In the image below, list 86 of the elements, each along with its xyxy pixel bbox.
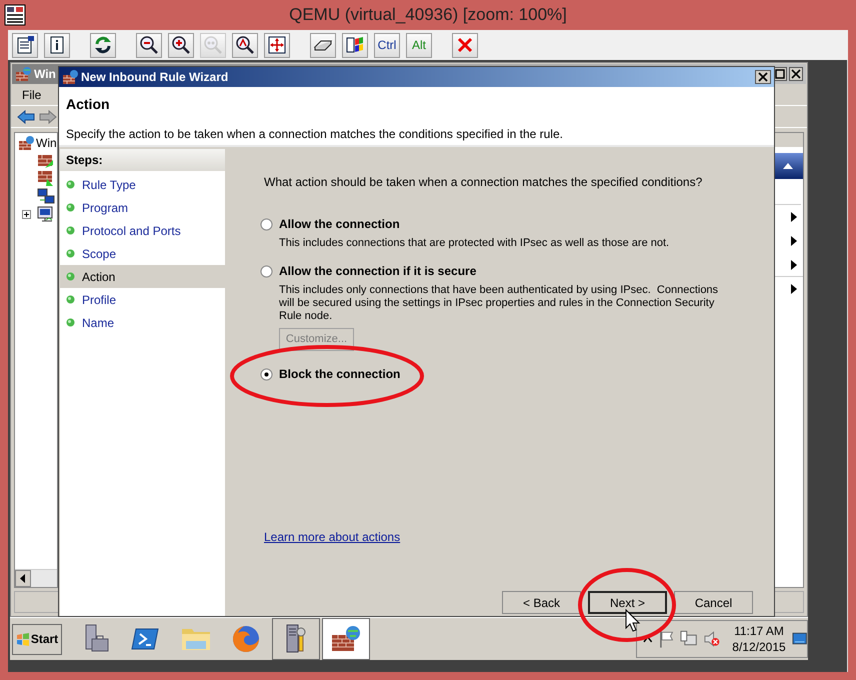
- step-dot-icon: [66, 180, 75, 189]
- dialog-title: New Inbound Rule Wizard: [81, 69, 228, 86]
- zoom-out-button[interactable]: [136, 32, 162, 58]
- taskbar-button[interactable]: [272, 618, 320, 660]
- firewall-icon: [18, 135, 34, 151]
- dialog-button[interactable]: < Back: [502, 591, 581, 614]
- step-dot-icon: [66, 272, 75, 281]
- page-description: Specify the action to be taken when a connection matches the conditions specified in the rule.: [66, 126, 564, 143]
- fullscreen-button[interactable]: [264, 32, 290, 58]
- expand-icon[interactable]: [22, 210, 31, 218]
- step-item[interactable]: Name: [60, 311, 225, 334]
- browser-icon: [230, 623, 262, 655]
- info-button[interactable]: [44, 32, 70, 58]
- refresh-button[interactable]: [90, 32, 116, 58]
- step-item[interactable]: Protocol and Ports: [60, 219, 225, 242]
- submenu-arrow-icon[interactable]: [791, 212, 797, 222]
- key-button[interactable]: Alt: [406, 32, 432, 58]
- step-item[interactable]: Scope: [60, 242, 225, 265]
- windows-logo-icon: [16, 632, 30, 646]
- help-link[interactable]: Learn more about actions: [264, 528, 400, 546]
- radio-button[interactable]: [260, 368, 273, 380]
- page-heading: Action: [66, 95, 111, 114]
- firewall-icon: [15, 66, 31, 82]
- properties-button[interactable]: [12, 32, 38, 58]
- step-dot-icon: [66, 295, 75, 304]
- question-text: What action should be taken when a connection matches the specified conditions?: [264, 174, 704, 191]
- monitor-icon[interactable]: [37, 206, 55, 222]
- start-button[interactable]: Start: [12, 624, 62, 654]
- option-label[interactable]: Allow the connection: [279, 215, 400, 233]
- flag-icon[interactable]: [658, 630, 674, 648]
- windows-key-button[interactable]: [342, 32, 368, 58]
- window-title: QEMU (virtual_40936) [zoom: 100%]: [288, 4, 568, 26]
- option-label[interactable]: Allow the connection if it is secure: [279, 262, 476, 280]
- radio-button[interactable]: [260, 264, 273, 278]
- close-icon: [758, 72, 768, 82]
- step-dot-icon: [66, 249, 75, 258]
- refresh-icon: [93, 35, 113, 55]
- option-description: This includes only connections that have been authenticated by using IPsec. Connections will be secured using the settings in IPsec properties and rules in the Connection Security Rule node.: [279, 284, 719, 323]
- chevron-up-icon[interactable]: [643, 635, 653, 643]
- dialog-button[interactable]: Next >: [588, 591, 667, 614]
- zoom-in-icon: [171, 35, 191, 55]
- firewall-icon: [62, 69, 78, 85]
- submenu-arrow-icon[interactable]: [791, 260, 797, 270]
- close-button[interactable]: [755, 70, 771, 84]
- option-description: This includes connections that are protected with IPsec as well as those are not.: [279, 237, 670, 250]
- step-dot-icon: [66, 318, 75, 327]
- key-button[interactable]: Ctrl: [374, 32, 400, 58]
- zoom-fit-button[interactable]: [232, 32, 258, 58]
- zoom-reset-icon: [203, 35, 223, 55]
- close-icon: [455, 35, 475, 55]
- app-icon: [4, 4, 26, 26]
- option-label[interactable]: Block the connection: [279, 365, 400, 383]
- step-dot-icon: [66, 226, 75, 235]
- network-icon[interactable]: [680, 630, 698, 648]
- tree-item[interactable]: Win: [36, 134, 57, 152]
- step-dot-icon: [66, 203, 75, 212]
- zoom-out-icon: [139, 35, 159, 55]
- dialog-button[interactable]: Cancel: [674, 591, 753, 614]
- menu-item[interactable]: File: [22, 86, 42, 104]
- scroll-left-icon[interactable]: [15, 570, 31, 587]
- steps-title: Steps:: [60, 149, 225, 171]
- forward-arrow-icon[interactable]: [39, 110, 57, 124]
- step-item[interactable]: Profile: [60, 288, 225, 311]
- window-title: Win: [34, 66, 56, 83]
- firewall-arrow-icon[interactable]: [37, 170, 55, 186]
- clock-time[interactable]: 11:17 AM: [734, 623, 784, 639]
- back-arrow-icon[interactable]: [17, 110, 35, 124]
- properties-icon: [15, 35, 35, 55]
- zoom-fit-icon: [235, 35, 255, 55]
- step-item[interactable]: Rule Type: [60, 173, 225, 196]
- show-desktop-icon[interactable]: [792, 632, 807, 646]
- windows-key-icon: [345, 35, 365, 55]
- radio-button[interactable]: [260, 218, 273, 230]
- collapse-icon[interactable]: [782, 162, 794, 170]
- close-icon[interactable]: [789, 67, 803, 81]
- step-item[interactable]: Program: [60, 196, 225, 219]
- fullscreen-icon: [267, 35, 287, 55]
- computers-icon[interactable]: [37, 188, 55, 204]
- step-item[interactable]: Action: [60, 265, 225, 288]
- zoom-in-button[interactable]: [168, 32, 194, 58]
- submenu-arrow-icon[interactable]: [791, 236, 797, 246]
- taskbar-button[interactable]: [322, 618, 370, 660]
- speaker-muted-icon[interactable]: [703, 630, 720, 648]
- keyboard-button[interactable]: [310, 32, 336, 58]
- clock-date[interactable]: 8/12/2015: [732, 639, 786, 655]
- submenu-arrow-icon[interactable]: [791, 284, 797, 294]
